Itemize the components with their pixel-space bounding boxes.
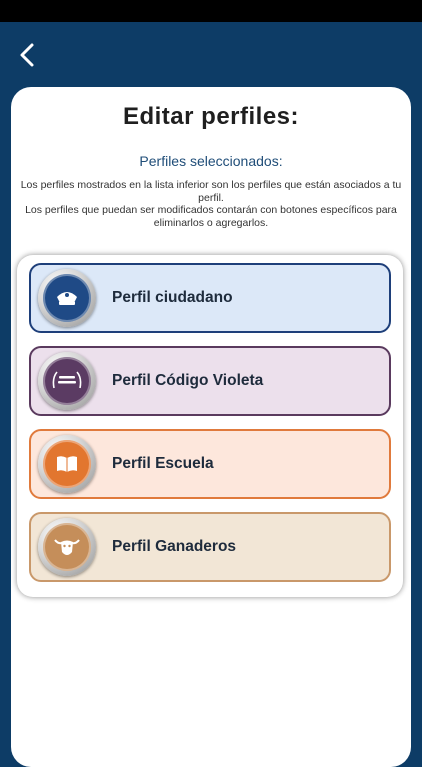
page-title: Editar perfiles: (122, 103, 300, 130)
back-button[interactable] (10, 38, 44, 72)
description-line-1: Los perfiles mostrados en la lista infer… (20, 179, 402, 204)
description-line-2: Los perfiles que puedan ser modificados … (25, 204, 397, 229)
status-bar (0, 0, 422, 22)
badge-inner (43, 357, 91, 405)
profiles-list: Perfil ciudadano Perfil Código Violeta P… (17, 255, 403, 597)
cow-head-badge-icon (38, 518, 96, 576)
badge-inner (43, 523, 91, 571)
profile-label: Perfil Escuela (112, 455, 214, 472)
profile-item-codigo-violeta[interactable]: Perfil Código Violeta (29, 346, 391, 416)
profile-item-ciudadano[interactable]: Perfil ciudadano (29, 263, 391, 333)
profile-label: Perfil Ganaderos (112, 538, 237, 555)
selected-profiles-subtitle: Perfiles seleccionados: (139, 153, 283, 169)
badge-inner (43, 440, 91, 488)
police-cap-badge-icon (38, 269, 96, 327)
profile-item-ganaderos[interactable]: Perfil Ganaderos (29, 512, 391, 582)
book-badge-icon (38, 435, 96, 493)
profile-item-escuela[interactable]: Perfil Escuela (29, 429, 391, 499)
profiles-description: Los perfiles mostrados en la lista infer… (19, 179, 403, 229)
chevron-left-icon (20, 43, 34, 67)
badge-inner (43, 274, 91, 322)
codigo-violeta-badge-icon (38, 352, 96, 410)
profile-label: Perfil ciudadano (112, 289, 233, 306)
profile-label: Perfil Código Violeta (112, 372, 264, 389)
edit-profiles-card: Editar perfiles: Perfiles seleccionados:… (11, 87, 411, 767)
